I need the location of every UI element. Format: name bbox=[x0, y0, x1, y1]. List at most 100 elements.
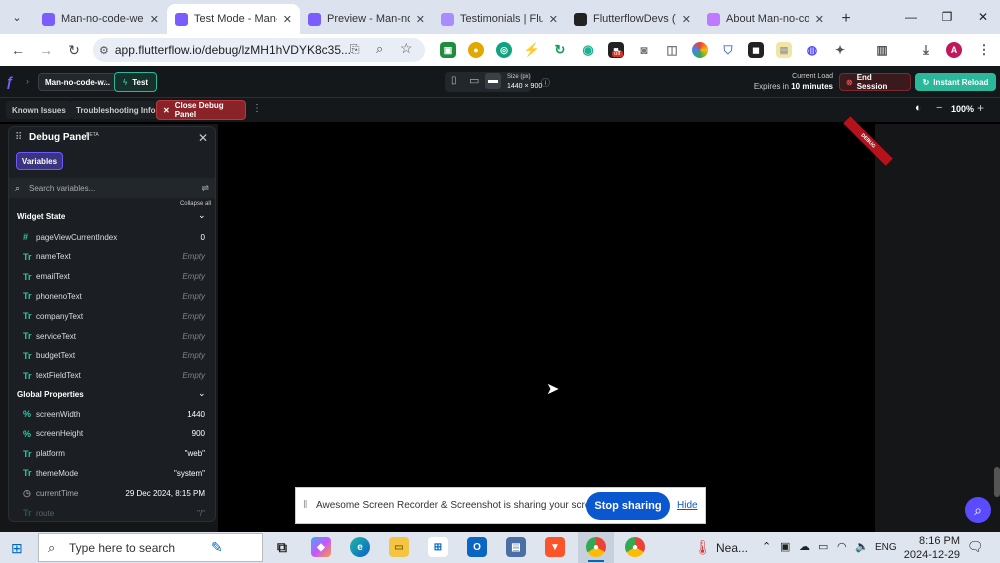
troubleshooting-info-button[interactable]: Troubleshooting Info bbox=[70, 101, 162, 119]
close-tab-icon[interactable]: ✕ bbox=[416, 13, 425, 26]
profile-avatar[interactable]: A bbox=[946, 42, 962, 58]
widget-state-header[interactable]: Widget State bbox=[17, 212, 65, 221]
dark-mode-toggle-icon[interactable]: ◐ bbox=[915, 102, 922, 114]
variable-row[interactable]: Tr route "/" bbox=[9, 504, 215, 521]
extension-9-icon[interactable] bbox=[692, 42, 708, 58]
wifi-icon[interactable]: ◠ bbox=[837, 540, 847, 553]
filter-icon[interactable]: ⇌ bbox=[201, 183, 209, 194]
drag-handle-icon[interactable]: ⠿ bbox=[15, 132, 22, 143]
notifications-icon[interactable]: 🗨 bbox=[967, 539, 984, 555]
extensions-puzzle-icon[interactable]: ✦ bbox=[832, 42, 848, 58]
downloads-icon[interactable]: ⤓ bbox=[918, 42, 934, 58]
stop-sharing-button[interactable]: Stop sharing bbox=[586, 492, 670, 520]
weather-thermometer-icon[interactable]: 🌡 bbox=[694, 539, 712, 556]
size-info-icon[interactable]: ⓘ bbox=[541, 76, 550, 89]
variable-row[interactable]: Tr emailText Empty bbox=[9, 268, 215, 286]
test-mode-chip[interactable]: ϟ Test bbox=[114, 72, 158, 92]
variable-row[interactable]: Tr platform "web" bbox=[9, 445, 215, 463]
file-explorer-icon[interactable]: ▭ bbox=[389, 537, 409, 557]
zoom-in-button[interactable]: + bbox=[977, 101, 984, 115]
variable-row[interactable]: % screenHeight 900 bbox=[9, 425, 215, 443]
extension-camera-icon[interactable]: ◙ bbox=[636, 42, 652, 58]
chrome-profile-icon[interactable]: ● bbox=[625, 537, 645, 557]
zoom-icon[interactable]: ⌕ bbox=[376, 41, 383, 57]
hide-share-link[interactable]: Hide bbox=[677, 500, 698, 511]
chrome-icon[interactable]: ● bbox=[586, 537, 606, 557]
device-tablet-icon[interactable]: ▭ bbox=[469, 74, 479, 87]
edge-browser-icon[interactable]: e bbox=[350, 537, 370, 557]
variable-row[interactable]: ◷ currentTime 29 Dec 2024, 8:15 PM bbox=[9, 484, 215, 502]
start-button-icon[interactable]: ⊞ bbox=[11, 540, 23, 557]
reload-button[interactable]: ↻ bbox=[60, 36, 88, 64]
device-phone-icon[interactable]: ▯ bbox=[451, 75, 457, 86]
browser-tab[interactable]: FlutterflowDevs (Th ✕ bbox=[566, 4, 699, 34]
variable-row[interactable]: # pageViewCurrentIndex 0 bbox=[9, 228, 215, 246]
install-app-icon[interactable]: ⎘ bbox=[350, 42, 360, 57]
known-issues-button[interactable]: Known Issues bbox=[6, 101, 72, 119]
clock-date[interactable]: 2024-12-29 bbox=[896, 549, 960, 561]
variable-row[interactable]: Tr nameText Empty bbox=[9, 248, 215, 266]
browser-tab[interactable]: Test Mode - Man-n ✕ bbox=[167, 4, 300, 34]
extension-8-icon[interactable]: ◫ bbox=[664, 42, 680, 58]
extension-shield-icon[interactable]: ⛉ bbox=[720, 42, 736, 58]
variable-row[interactable]: Tr themeMode "system" bbox=[9, 464, 215, 482]
close-panel-icon[interactable]: ✕ bbox=[198, 131, 208, 145]
scrollbar-thumb[interactable] bbox=[994, 467, 1000, 497]
photos-app-icon[interactable]: ▤ bbox=[506, 537, 526, 557]
tab-variables[interactable]: Variables bbox=[16, 152, 63, 170]
extension-1-icon[interactable]: ▣ bbox=[440, 42, 456, 58]
onedrive-cloud-icon[interactable]: ☁ bbox=[799, 540, 810, 553]
close-debug-panel-button[interactable]: ✕ Close Debug Panel bbox=[156, 100, 246, 120]
weather-text[interactable]: Nea... bbox=[716, 541, 748, 555]
extension-4-icon[interactable]: ⚡ bbox=[524, 42, 540, 58]
extension-5-icon[interactable]: ↻ bbox=[552, 42, 568, 58]
clock-time[interactable]: 8:16 PM bbox=[900, 535, 960, 547]
extension-13-icon[interactable]: ◍ bbox=[804, 42, 820, 58]
variable-row[interactable]: Tr companyText Empty bbox=[9, 307, 215, 325]
variable-row[interactable]: Tr phonenoText Empty bbox=[9, 287, 215, 305]
variable-row[interactable]: Tr textFieldText Empty bbox=[9, 367, 215, 385]
device-desktop-icon[interactable]: ▬ bbox=[485, 73, 501, 89]
close-window-button[interactable]: ✕ bbox=[965, 0, 1000, 34]
microsoft-store-icon[interactable]: ⊞ bbox=[428, 537, 448, 557]
browser-menu-icon[interactable]: ⋮ bbox=[976, 42, 992, 58]
volume-icon[interactable]: 🔈 bbox=[855, 540, 869, 553]
browser-tab[interactable]: Preview - Man-no ✕ bbox=[300, 4, 433, 34]
variable-row[interactable]: Tr serviceText Empty bbox=[9, 327, 215, 345]
extension-11-icon[interactable]: ◼ bbox=[748, 42, 764, 58]
variable-row[interactable]: Tr budgetText Empty bbox=[9, 347, 215, 365]
site-info-icon[interactable]: ⚙ bbox=[99, 44, 109, 57]
restore-button[interactable]: ❐ bbox=[929, 0, 965, 34]
browser-tab[interactable]: Testimonials | Flutt ✕ bbox=[433, 4, 566, 34]
collapse-all-button[interactable]: Collapse all bbox=[180, 201, 211, 207]
chevron-down-icon[interactable]: ⌄ bbox=[198, 388, 206, 399]
share-drag-handle-icon[interactable]: ‖ bbox=[303, 499, 308, 511]
copilot-icon[interactable]: ◆ bbox=[311, 537, 331, 557]
more-options-icon[interactable]: ⋮ bbox=[252, 103, 262, 114]
zoom-out-button[interactable]: − bbox=[936, 102, 942, 114]
extension-notes-icon[interactable]: ▤ bbox=[776, 42, 792, 58]
browser-tab[interactable]: Man-no-code-web ✕ bbox=[34, 4, 167, 34]
search-variables-field[interactable]: ⌕ Search variables... ⇌ bbox=[9, 178, 215, 198]
side-panel-icon[interactable]: ▥ bbox=[874, 42, 890, 58]
close-tab-icon[interactable]: ✕ bbox=[682, 13, 691, 26]
back-button[interactable]: ← bbox=[4, 36, 32, 64]
language-indicator[interactable]: ENG bbox=[875, 542, 897, 553]
minimize-button[interactable]: — bbox=[893, 0, 929, 34]
extension-3-icon[interactable]: ◎ bbox=[496, 42, 512, 58]
extension-2-icon[interactable]: ● bbox=[468, 42, 484, 58]
extension-6-icon[interactable]: ◉ bbox=[580, 42, 596, 58]
global-properties-header[interactable]: Global Properties bbox=[17, 390, 84, 399]
battery-icon[interactable]: ▭ bbox=[818, 540, 828, 553]
help-search-icon[interactable]: ⌕ bbox=[965, 497, 991, 523]
brave-browser-icon[interactable]: ▼ bbox=[545, 537, 565, 557]
close-tab-icon[interactable]: ✕ bbox=[150, 13, 159, 26]
close-tab-icon[interactable]: ✕ bbox=[549, 13, 558, 26]
instant-reload-button[interactable]: ↻ Instant Reload bbox=[915, 73, 996, 91]
tab-search-dropdown-icon[interactable]: ⌄ bbox=[0, 0, 34, 34]
outlook-icon[interactable]: O bbox=[467, 537, 487, 557]
tray-icon-1[interactable]: ▣ bbox=[780, 540, 790, 553]
forward-button[interactable]: → bbox=[32, 36, 60, 64]
taskbar-search-box[interactable]: ⌕ Type here to search ✎ bbox=[38, 533, 263, 562]
new-tab-button[interactable]: + bbox=[832, 4, 860, 34]
